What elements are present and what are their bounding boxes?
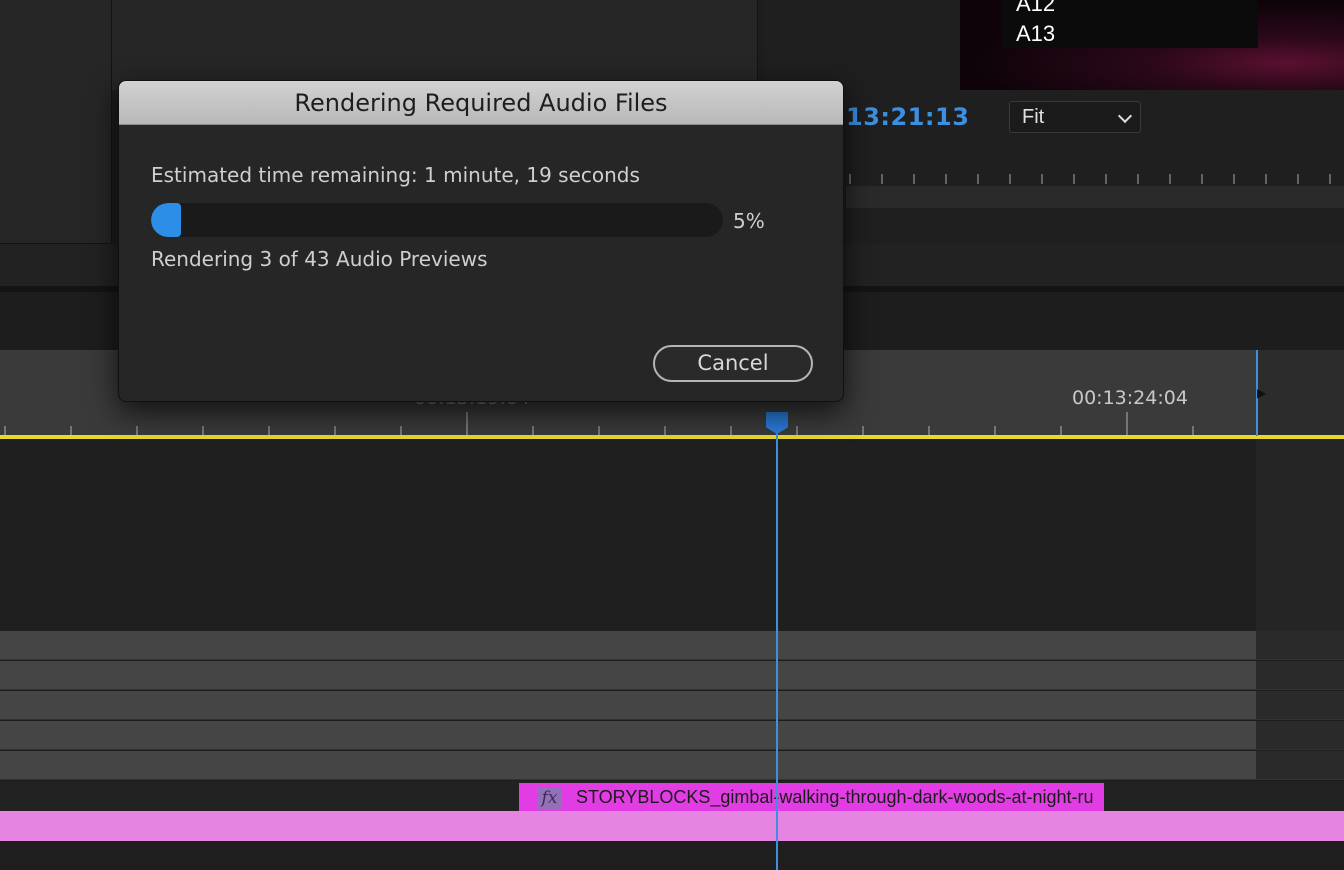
audio-track-end [1256, 691, 1344, 720]
playhead-timecode[interactable]: 13:21:13 [846, 103, 969, 131]
cancel-button[interactable]: Cancel [653, 345, 813, 382]
timeline-clip-track[interactable] [0, 811, 1344, 841]
audio-track[interactable] [0, 721, 1256, 750]
render-dialog: Rendering Required Audio Files Estimated… [118, 80, 844, 402]
audio-track[interactable] [0, 751, 1256, 780]
video-tracks-area[interactable] [0, 439, 1256, 631]
timeline-clip[interactable]: STORYBLOCKS_gimbal-walking-through-dark-… [519, 783, 1104, 811]
render-status-text: Rendering 3 of 43 Audio Previews [151, 247, 488, 271]
clip-name: STORYBLOCKS_gimbal-walking-through-dark-… [576, 787, 1094, 807]
audio-track-end [1256, 631, 1344, 660]
audio-track[interactable] [0, 661, 1256, 690]
audio-track-end [1256, 721, 1344, 750]
program-monitor-ruler[interactable] [846, 160, 1344, 186]
track-list: A12 A13 [1002, 0, 1258, 48]
chevron-down-icon [1117, 108, 1133, 124]
zoom-level-value: Fit [1022, 106, 1045, 128]
audio-track[interactable] [0, 631, 1256, 660]
progress-bar-fill [151, 203, 181, 237]
playhead-line[interactable] [776, 430, 778, 870]
audio-track-end [1256, 661, 1344, 690]
program-monitor-scrollbar[interactable] [846, 186, 1344, 208]
timeline-ruler-end [1256, 350, 1344, 436]
sequence-end-marker-icon: ▶ [1257, 386, 1267, 400]
audio-track[interactable] [0, 691, 1256, 720]
zoom-level-select[interactable]: Fit [1009, 101, 1141, 133]
progress-bar [151, 203, 723, 237]
fx-badge-icon[interactable]: fx [537, 788, 562, 809]
track-list-item[interactable]: A12 [1016, 0, 1258, 19]
ruler-timecode: 00:13:24:04 [1072, 387, 1188, 409]
source-monitor-panel [112, 0, 758, 90]
time-remaining-text: Estimated time remaining: 1 minute, 19 s… [151, 163, 640, 187]
project-panel [0, 0, 112, 244]
dialog-title: Rendering Required Audio Files [119, 81, 843, 125]
audio-track-end [1256, 751, 1344, 780]
empty-track[interactable] [0, 841, 1344, 870]
track-list-item[interactable]: A13 [1016, 19, 1258, 49]
video-tracks-area-end [1256, 439, 1344, 631]
progress-percent: 5% [733, 209, 765, 233]
